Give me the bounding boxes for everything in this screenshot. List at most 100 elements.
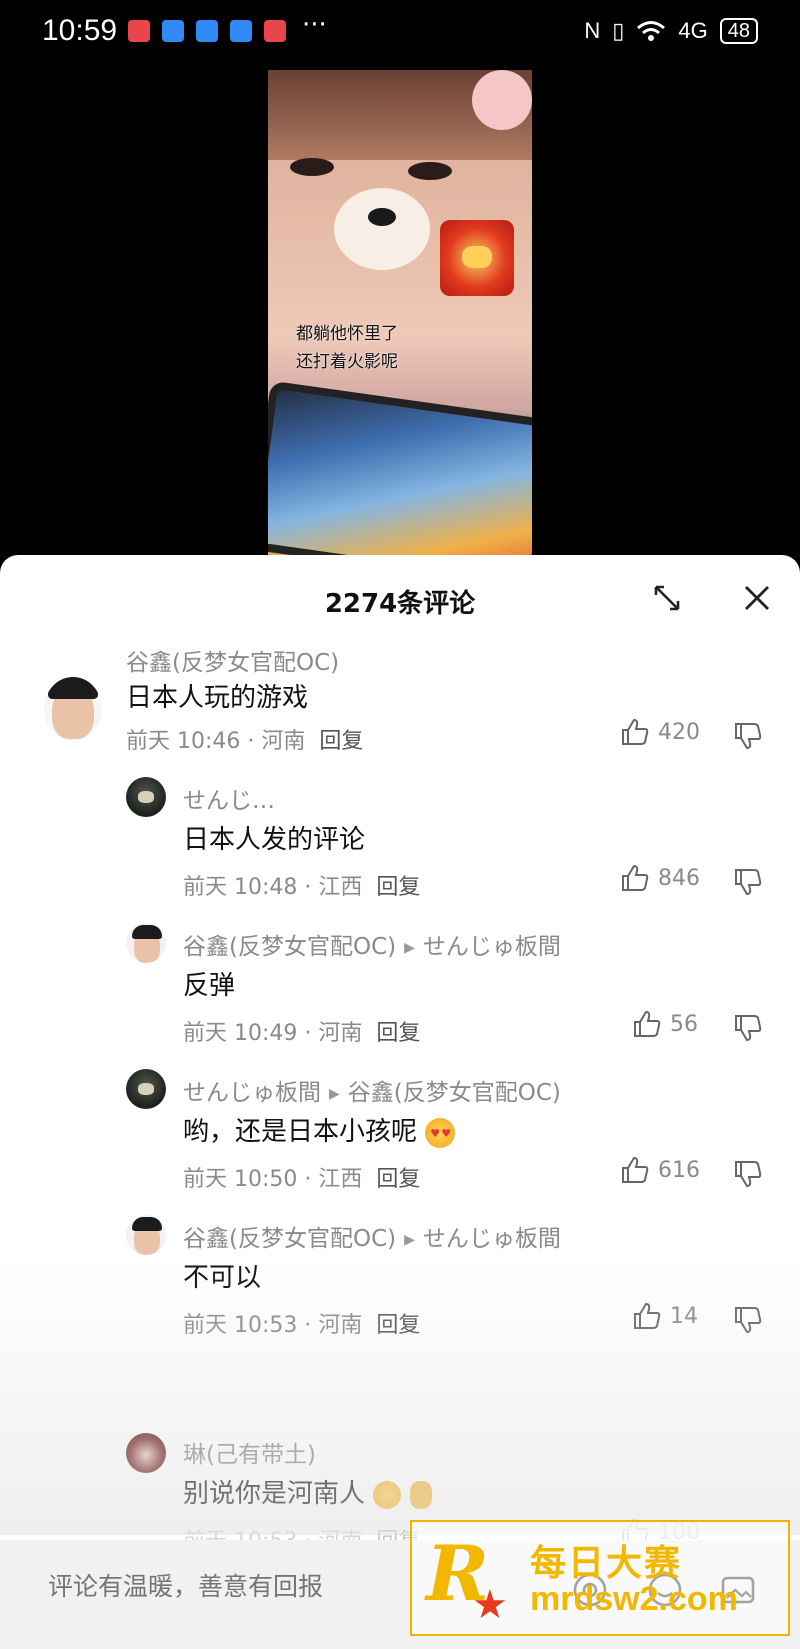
reply-target[interactable]: 谷鑫(反梦女官配OC)	[348, 1080, 561, 1106]
comment-author[interactable]: 谷鑫(反梦女官配OC)	[183, 1226, 396, 1252]
comment-meta: 前天 10:49 · 河南 回复	[183, 1015, 420, 1047]
avatar[interactable]	[126, 777, 166, 817]
thumbs-up-icon	[622, 1156, 649, 1183]
comment-text[interactable]: 不可以	[183, 1257, 261, 1294]
close-icon[interactable]	[740, 581, 774, 615]
comment-text[interactable]: 日本人发的评论	[183, 819, 365, 856]
comment-username[interactable]: 琳(己有带土)	[183, 1435, 316, 1469]
like-button[interactable]: 420	[620, 717, 700, 747]
reply-button[interactable]: 回复	[376, 1167, 420, 1192]
avatar[interactable]	[126, 1433, 166, 1473]
comment-date: 前天 10:49 · 河南	[183, 1021, 363, 1046]
notification-browser-icon	[230, 20, 252, 42]
thumbs-down-icon[interactable]	[733, 1159, 763, 1189]
avatar-hair	[132, 925, 162, 939]
video-frame-phone	[268, 380, 532, 555]
reply-button[interactable]: 回复	[376, 1021, 420, 1046]
video-player[interactable]: 都躺他怀里了 还打着火影呢	[268, 70, 532, 555]
reply-arrow-icon: ▶	[404, 939, 415, 956]
vibrate-icon: ▯	[612, 18, 625, 43]
video-frame-eye-left	[290, 158, 334, 176]
reply-button[interactable]: 回复	[376, 875, 420, 900]
thumbs-down-icon[interactable]	[733, 1013, 763, 1043]
system-icons: N ▯ 4G 48	[584, 18, 758, 44]
reply-arrow-icon: ▶	[329, 1085, 340, 1102]
avatar-hair	[132, 1217, 162, 1231]
like-count: 616	[658, 1157, 700, 1183]
bear-nose-sticker	[334, 188, 430, 270]
video-caption-line-2: 还打着火影呢	[296, 352, 398, 372]
reply-arrow-icon: ▶	[404, 1231, 415, 1248]
like-button[interactable]: 616	[620, 1155, 700, 1185]
comment-text-content: 哟，还是日本小孩呢	[183, 1117, 418, 1147]
comment-text[interactable]: 反弹	[183, 965, 235, 1002]
site-watermark: R ★ 每日大赛 mrdsw2.com	[410, 1520, 790, 1636]
heart-eyes-emoji-icon: ♥ ♥	[425, 1117, 456, 1148]
avatar[interactable]	[126, 923, 166, 963]
like-count: 14	[670, 1303, 698, 1329]
comment-username[interactable]: 谷鑫(反梦女官配OC)	[126, 643, 339, 677]
video-frame-eye-right	[408, 162, 452, 180]
avatar[interactable]	[44, 677, 102, 741]
comment-author[interactable]: 谷鑫(反梦女官配OC)	[183, 934, 396, 960]
watermark-url: mrdsw2.com	[530, 1580, 738, 1618]
comment-username[interactable]: せんじ…	[183, 781, 275, 815]
like-button[interactable]: 56	[632, 1009, 698, 1039]
comment-date: 前天 10:48 · 江西	[183, 875, 363, 900]
comment-text[interactable]: 别说你是河南人	[183, 1473, 432, 1510]
comment-username[interactable]: せんじゅ板間 ▶ 谷鑫(反梦女官配OC)	[183, 1073, 561, 1107]
avatar-hair	[48, 677, 98, 699]
like-button[interactable]: 846	[620, 863, 700, 893]
avatar[interactable]	[126, 1069, 166, 1109]
notification-chat-icon	[162, 20, 184, 42]
comment-username[interactable]: 谷鑫(反梦女官配OC) ▶ せんじゅ板間	[183, 927, 561, 961]
like-count: 420	[658, 719, 700, 745]
thumbs-up-icon	[622, 718, 649, 745]
video-caption-line-1: 都躺他怀里了	[296, 324, 398, 344]
video-caption: 都躺他怀里了 还打着火影呢	[296, 320, 398, 376]
watermark-title: 每日大赛	[530, 1543, 683, 1584]
nfc-icon: N	[584, 18, 601, 43]
avatar[interactable]	[126, 1215, 166, 1255]
battery-icon: 48	[719, 18, 758, 44]
video-frame-ear	[472, 70, 532, 130]
more-notifications-icon: ···	[302, 10, 327, 40]
notification-icons	[128, 20, 286, 42]
comment-meta: 前天 10:53 · 河南回复	[183, 1307, 420, 1339]
watermark-star-icon: ★	[472, 1582, 508, 1628]
like-button[interactable]: 14	[632, 1301, 698, 1331]
laughing-emoji-icon	[373, 1480, 402, 1509]
wifi-icon	[637, 21, 666, 41]
like-count: 56	[670, 1011, 698, 1037]
thumbs-down-icon[interactable]	[733, 867, 763, 897]
like-count: 846	[658, 865, 700, 891]
comment-date: 前天 10:50 · 江西	[183, 1167, 363, 1192]
reply-target[interactable]: せんじゅ板間	[423, 1226, 561, 1252]
status-bar: 10:59 ··· N ▯ 4G 48	[0, 0, 800, 64]
reply-button[interactable]: 回复	[319, 729, 363, 754]
thumbs-down-icon[interactable]	[733, 1305, 763, 1335]
reply-button[interactable]: 回复	[376, 1313, 420, 1338]
thumbs-down-icon[interactable]	[733, 721, 763, 751]
comment-date: 前天 10:46 · 河南	[126, 729, 306, 754]
thumbs-up-icon	[634, 1302, 661, 1329]
comment-text[interactable]: 哟，还是日本小孩呢 ♥ ♥	[183, 1111, 456, 1148]
red-envelope-icon[interactable]	[440, 220, 514, 296]
comment-username[interactable]: 谷鑫(反梦女官配OC) ▶ せんじゅ板間	[183, 1219, 561, 1253]
ok-hand-emoji-icon	[409, 1480, 432, 1509]
thumbs-up-icon	[622, 864, 649, 891]
notification-mail-icon	[128, 20, 150, 42]
expand-icon[interactable]	[650, 581, 684, 615]
status-time: 10:59	[42, 14, 118, 47]
comment-meta: 前天 10:48 · 江西 回复	[183, 869, 420, 901]
notification-mail-icon-2	[264, 20, 286, 42]
reply-target[interactable]: せんじゅ板間	[423, 934, 561, 960]
comment-meta: 前天 10:46 · 河南 回复	[126, 723, 363, 755]
comment-meta: 前天 10:50 · 江西 回复	[183, 1161, 420, 1193]
comment-text[interactable]: 日本人玩的游戏	[126, 677, 308, 714]
comment-text-content: 别说你是河南人	[183, 1479, 366, 1509]
signal-4g-icon: 4G	[678, 18, 708, 43]
thumbs-up-icon	[634, 1010, 661, 1037]
comments-sheet: 2274条评论 谷鑫(反梦女官配OC) 日本人玩的游戏 前天 10:46 · 河…	[0, 555, 800, 1649]
comment-author[interactable]: せんじゅ板間	[183, 1080, 321, 1106]
